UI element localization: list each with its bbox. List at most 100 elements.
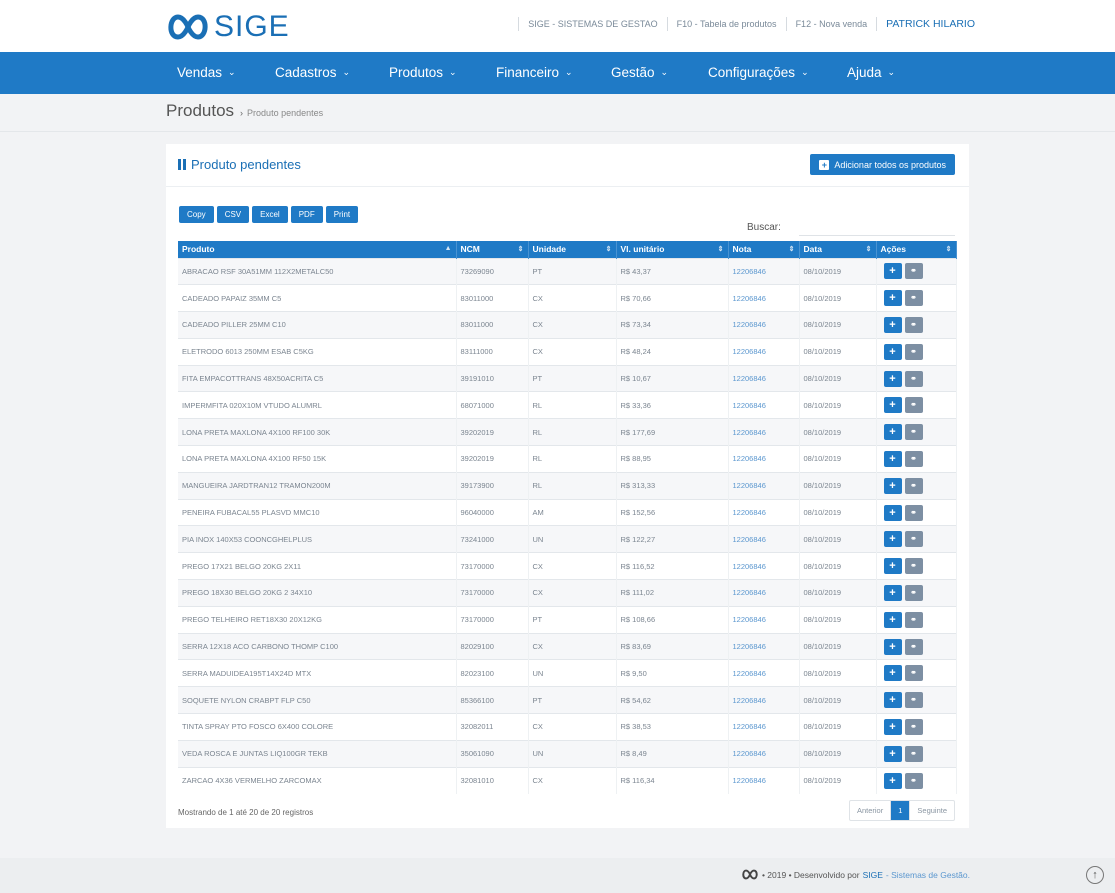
- cell-unidade: PT: [528, 605, 617, 634]
- excel-button[interactable]: Excel: [252, 206, 288, 223]
- column-header-valor-unitario[interactable]: Vl. unitário ⇕: [616, 241, 729, 258]
- column-header-unidade[interactable]: Unidade ⇕: [528, 241, 617, 258]
- add-all-products-button[interactable]: + Adicionar todos os produtos: [810, 154, 955, 175]
- cell-data: 08/10/2019: [799, 686, 877, 714]
- cell-nota[interactable]: 12206846: [728, 766, 800, 794]
- link-product-button[interactable]: ⚭: [904, 772, 923, 789]
- cell-valor-unitario: R$ 116,52: [616, 552, 729, 580]
- add-product-button[interactable]: +: [883, 263, 902, 280]
- cell-nota[interactable]: 12206846: [728, 579, 800, 607]
- link-product-button[interactable]: ⚭: [904, 611, 923, 628]
- cell-nota[interactable]: 12206846: [728, 525, 800, 553]
- nav-vendas[interactable]: Vendas ⌄: [177, 65, 236, 80]
- link-product-button[interactable]: ⚭: [904, 450, 923, 467]
- cell-nota[interactable]: 12206846: [728, 284, 800, 312]
- link-product-button[interactable]: ⚭: [904, 424, 923, 441]
- link-product-button[interactable]: ⚭: [904, 638, 923, 655]
- cell-nota[interactable]: 12206846: [728, 659, 800, 687]
- add-product-button[interactable]: +: [883, 316, 902, 333]
- add-product-button[interactable]: +: [883, 772, 902, 789]
- cell-acoes: + ⚭: [876, 337, 957, 366]
- cell-nota[interactable]: 12206846: [728, 257, 800, 285]
- column-header-produto[interactable]: Produto ▲: [178, 241, 457, 258]
- cell-nota[interactable]: 12206846: [728, 686, 800, 714]
- pager-next[interactable]: Seguinte: [909, 801, 954, 820]
- column-header-acoes[interactable]: Ações ⇕: [876, 241, 957, 258]
- link-product-button[interactable]: ⚭: [904, 718, 923, 735]
- cell-nota[interactable]: 12206846: [728, 498, 800, 526]
- link-product-button[interactable]: ⚭: [904, 558, 923, 575]
- link-product-button[interactable]: ⚭: [904, 370, 923, 387]
- cell-nota[interactable]: 12206846: [728, 418, 800, 446]
- cell-nota[interactable]: 12206846: [728, 391, 800, 419]
- search-input[interactable]: [799, 215, 955, 236]
- cell-nota[interactable]: 12206846: [728, 713, 800, 741]
- link-product-button[interactable]: ⚭: [904, 665, 923, 682]
- add-product-button[interactable]: +: [883, 504, 902, 521]
- link-product-button[interactable]: ⚭: [904, 477, 923, 494]
- nav-cadastros[interactable]: Cadastros ⌄: [275, 65, 350, 80]
- column-header-nota[interactable]: Nota ⇕: [728, 241, 800, 258]
- nav-ajuda[interactable]: Ajuda ⌄: [847, 65, 895, 80]
- link-tabela-produtos[interactable]: F10 - Tabela de produtos: [677, 19, 777, 29]
- add-product-button[interactable]: +: [883, 692, 902, 709]
- print-button[interactable]: Print: [325, 206, 359, 223]
- link-product-button[interactable]: ⚭: [904, 263, 923, 280]
- link-product-button[interactable]: ⚭: [904, 343, 923, 360]
- cell-nota[interactable]: 12206846: [728, 337, 800, 366]
- cell-nota[interactable]: 12206846: [728, 632, 800, 660]
- cell-nota[interactable]: 12206846: [728, 445, 800, 473]
- footer-brand-link[interactable]: SIGE: [863, 870, 883, 880]
- cell-valor-unitario: R$ 33,36: [616, 391, 729, 419]
- cell-nota[interactable]: 12206846: [728, 552, 800, 580]
- link-sige-sistemas[interactable]: SIGE - SISTEMAS DE GESTAO: [528, 19, 657, 29]
- sige-logo[interactable]: SIGE: [166, 10, 290, 44]
- add-product-button[interactable]: +: [883, 718, 902, 735]
- column-header-data[interactable]: Data ⇕: [799, 241, 877, 258]
- pdf-button[interactable]: PDF: [290, 206, 323, 223]
- add-product-button[interactable]: +: [883, 477, 902, 494]
- pager-page-current[interactable]: 1: [891, 801, 910, 820]
- link-product-button[interactable]: ⚭: [904, 531, 923, 548]
- scroll-to-top-icon[interactable]: ↑: [1086, 866, 1104, 884]
- cell-nota[interactable]: 12206846: [728, 311, 800, 339]
- add-product-button[interactable]: +: [883, 343, 902, 360]
- add-product-button[interactable]: +: [883, 397, 902, 414]
- add-product-button[interactable]: +: [883, 745, 902, 762]
- copy-button[interactable]: Copy: [179, 206, 214, 223]
- add-product-button[interactable]: +: [883, 665, 902, 682]
- footer-credit: • 2019 • Desenvolvido por SIGE - Sistema…: [741, 869, 970, 880]
- link-product-button[interactable]: ⚭: [904, 397, 923, 414]
- cell-unidade: UN: [528, 739, 617, 768]
- add-product-button[interactable]: +: [883, 611, 902, 628]
- link-product-button[interactable]: ⚭: [904, 584, 923, 601]
- user-name-link[interactable]: PATRICK HILARIO: [886, 18, 975, 30]
- link-product-button[interactable]: ⚭: [904, 504, 923, 521]
- csv-button[interactable]: CSV: [216, 206, 250, 223]
- link-nova-venda[interactable]: F12 - Nova venda: [796, 19, 868, 29]
- add-product-button[interactable]: +: [883, 638, 902, 655]
- link-product-button[interactable]: ⚭: [904, 745, 923, 762]
- cell-nota[interactable]: 12206846: [728, 471, 800, 500]
- add-product-button[interactable]: +: [883, 290, 902, 307]
- add-product-button[interactable]: +: [883, 450, 902, 467]
- link-product-button[interactable]: ⚭: [904, 316, 923, 333]
- cell-nota[interactable]: 12206846: [728, 364, 800, 392]
- add-product-button[interactable]: +: [883, 558, 902, 575]
- column-header-ncm[interactable]: NCM ⇕: [456, 241, 529, 258]
- page-title[interactable]: Produtos: [166, 101, 234, 121]
- add-product-button[interactable]: +: [883, 370, 902, 387]
- nav-configuracoes[interactable]: Configurações ⌄: [708, 65, 809, 80]
- add-product-button[interactable]: +: [883, 584, 902, 601]
- cell-nota[interactable]: 12206846: [728, 605, 800, 634]
- pager-previous[interactable]: Anterior: [850, 801, 892, 820]
- add-product-button[interactable]: +: [883, 424, 902, 441]
- nav-gestao[interactable]: Gestão ⌄: [611, 65, 668, 80]
- link-product-button[interactable]: ⚭: [904, 692, 923, 709]
- nav-produtos[interactable]: Produtos ⌄: [389, 65, 457, 80]
- link-product-button[interactable]: ⚭: [904, 290, 923, 307]
- cell-nota[interactable]: 12206846: [728, 739, 800, 768]
- nav-financeiro[interactable]: Financeiro ⌄: [496, 65, 573, 80]
- sort-icon: ⇕: [605, 246, 612, 253]
- add-product-button[interactable]: +: [883, 531, 902, 548]
